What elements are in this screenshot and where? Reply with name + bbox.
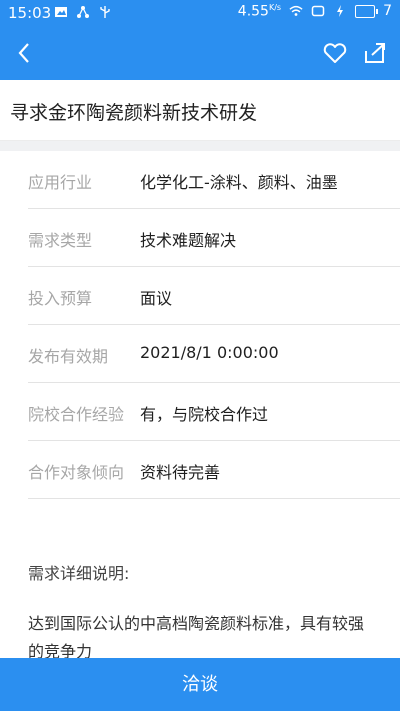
detail-value: 2021/8/1 0:00:00 xyxy=(140,343,279,362)
detail-label: 发布有效期 xyxy=(28,347,109,366)
status-time: 15:03 xyxy=(8,4,52,22)
heart-icon[interactable] xyxy=(320,38,350,68)
detail-value: 化学化工-涂料、颜料、油墨 xyxy=(140,173,338,192)
navigation-bar xyxy=(0,26,400,80)
detail-list: 应用行业 化学化工-涂料、颜料、油墨 需求类型 技术难题解决 投入预算 面议 发… xyxy=(0,151,400,499)
battery-icon xyxy=(355,4,379,18)
detail-label: 院校合作经验 xyxy=(28,405,125,424)
notification-icons xyxy=(54,5,112,19)
negotiate-button[interactable]: 洽谈 xyxy=(0,658,400,711)
detail-label: 需求类型 xyxy=(28,231,93,250)
page-title: 寻求金环陶瓷颜料新技术研发 xyxy=(10,102,258,124)
rounded-square-icon xyxy=(311,6,325,17)
detail-row-budget: 投入预算 面议 xyxy=(28,267,400,325)
network-speed: 4.55K/s xyxy=(237,3,282,20)
wifi-icon xyxy=(289,6,303,17)
detail-row-industry: 应用行业 化学化工-涂料、颜料、油墨 xyxy=(28,151,400,209)
page-title-bar: 寻求金环陶瓷颜料新技术研发 xyxy=(0,80,400,141)
section-divider xyxy=(0,141,400,151)
detail-row-partner-preference: 合作对象倾向 资料待完善 xyxy=(28,441,400,499)
detail-label: 应用行业 xyxy=(28,173,93,192)
status-bar: 15:03 4.55K/s 7 xyxy=(0,0,400,26)
image-icon xyxy=(55,7,67,17)
charging-icon xyxy=(337,5,344,18)
detail-value: 资料待完善 xyxy=(140,463,221,482)
detail-value: 有，与院校合作过 xyxy=(140,405,269,424)
detail-row-validity: 发布有效期 2021/8/1 0:00:00 xyxy=(28,325,400,383)
chevron-left-icon[interactable] xyxy=(10,38,40,68)
share-network-icon xyxy=(77,6,89,18)
detail-row-demand-type: 需求类型 技术难题解决 xyxy=(28,209,400,267)
battery-level: 7 xyxy=(383,3,392,20)
detail-value: 面议 xyxy=(140,289,173,308)
status-right: 4.55K/s 7 xyxy=(238,3,392,20)
detail-row-cooperation-experience: 院校合作经验 有，与院校合作过 xyxy=(28,383,400,441)
detail-value: 技术难题解决 xyxy=(140,231,237,250)
share-icon[interactable] xyxy=(360,38,390,68)
description-heading: 需求详细说明: xyxy=(28,564,130,583)
detail-label: 投入预算 xyxy=(28,289,93,308)
detail-label: 合作对象倾向 xyxy=(28,463,125,482)
usb-icon xyxy=(100,6,110,18)
